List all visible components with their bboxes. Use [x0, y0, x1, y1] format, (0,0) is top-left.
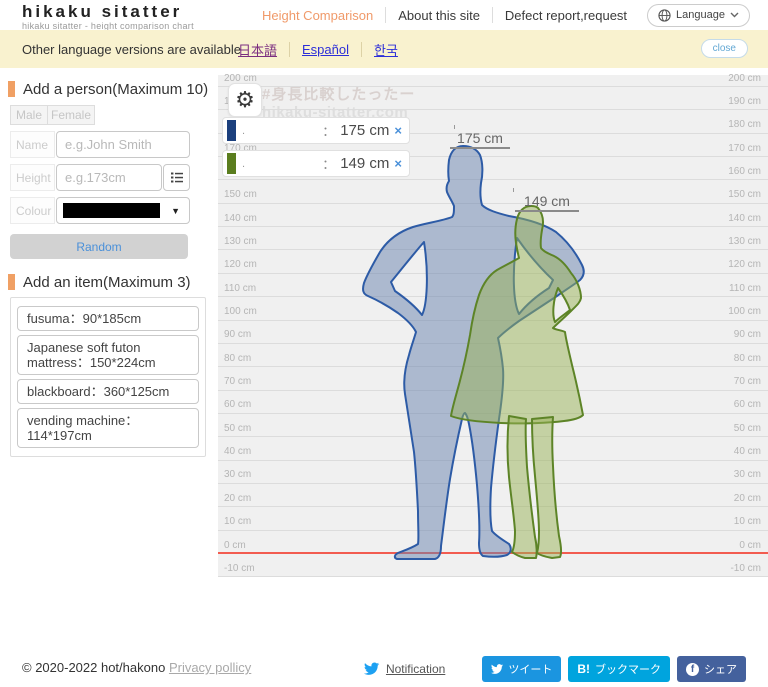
- person-color-bar: [227, 153, 236, 174]
- person-height-value: 175 cm: [340, 122, 390, 139]
- chart-area: #身長比較したったー hikaku-sitatter.com 200 cm 200…: [218, 73, 768, 578]
- banner-divider: [289, 42, 291, 57]
- item-vending-machine[interactable]: vending machine：114*197cm: [17, 408, 199, 448]
- height-label-tick: [513, 188, 514, 192]
- colour-row: Colour ▼: [10, 197, 210, 224]
- banner-divider: [361, 42, 362, 57]
- colour-select[interactable]: ▼: [56, 197, 190, 224]
- person-name: .: [242, 157, 246, 170]
- item-fusuma[interactable]: fusuma：90*185cm: [17, 306, 199, 331]
- gear-icon: ⚙: [235, 87, 255, 112]
- nav-about-this-site[interactable]: About this site: [386, 8, 492, 23]
- link-spanish[interactable]: Español: [302, 42, 349, 57]
- nav-height-comparison[interactable]: Height Comparison: [250, 8, 385, 23]
- section-marker: [8, 274, 15, 290]
- items-list: fusuma：90*185cm Japanese soft futon matt…: [10, 297, 206, 457]
- dropdown-arrow-icon: ▼: [171, 205, 180, 216]
- add-person-title: Add a person(Maximum 10): [23, 80, 209, 98]
- copyright: © 2020-2022 hot/hakono Privacy pollicy: [22, 660, 251, 675]
- name-input[interactable]: [56, 131, 190, 158]
- name-label: Name: [10, 131, 55, 158]
- person-entry-female: . ： 149 cm ×: [222, 150, 410, 177]
- colour-swatch: [63, 203, 160, 218]
- share-label: シェア: [704, 664, 737, 676]
- add-person-header: Add a person(Maximum 10): [8, 80, 210, 98]
- tab-male[interactable]: Male: [10, 105, 48, 125]
- twitter-bird-icon: [491, 664, 504, 674]
- nav-defect-report[interactable]: Defect report,request: [493, 8, 639, 23]
- facebook-icon: f: [686, 662, 699, 676]
- language-button[interactable]: Language: [647, 3, 750, 27]
- tweet-button[interactable]: ツイート: [482, 656, 562, 682]
- height-label-tick: [454, 125, 455, 129]
- gender-tabs: Male Female: [10, 105, 210, 125]
- link-japanese[interactable]: 日本語: [238, 40, 277, 59]
- globe-icon: [658, 8, 671, 22]
- banner-message: Other language versions are available: [22, 42, 241, 57]
- language-banner: Other language versions are available 日本…: [0, 30, 768, 68]
- item-futon-mattress[interactable]: Japanese soft futon mattress：150*224cm: [17, 335, 199, 375]
- add-item-header: Add an item(Maximum 3): [8, 273, 210, 291]
- footer: © 2020-2022 hot/hakono Privacy pollicy N…: [0, 648, 768, 687]
- settings-gear-button[interactable]: ⚙: [228, 83, 262, 117]
- chevron-down-icon: [730, 12, 739, 18]
- footer-actions: Notification ツイート B! ブックマーク f シェア: [363, 656, 746, 682]
- hatena-bookmark-button[interactable]: B! ブックマーク: [568, 656, 670, 682]
- separator: ：: [322, 157, 336, 172]
- person-entry-male: . ： 175 cm ×: [222, 117, 410, 144]
- person-name: .: [242, 124, 246, 137]
- height-input[interactable]: [56, 164, 162, 191]
- colour-label: Colour: [10, 197, 55, 224]
- link-korean[interactable]: 한국: [374, 40, 398, 59]
- person-height-value: 149 cm: [340, 155, 390, 172]
- hatena-label: ブックマーク: [595, 664, 661, 676]
- hatena-icon: B!: [577, 662, 590, 676]
- banner-close-button[interactable]: close: [700, 39, 748, 58]
- person-height-label-female: 149 cm: [515, 193, 579, 212]
- remove-person-icon[interactable]: ×: [394, 156, 402, 171]
- site-title: hikaku sitatter: [22, 2, 183, 21]
- name-row: Name: [10, 131, 210, 158]
- facebook-share-button[interactable]: f シェア: [677, 656, 746, 682]
- twitter-bird-icon: [363, 662, 380, 675]
- person-color-bar: [227, 120, 236, 141]
- list-icon: [170, 172, 183, 183]
- height-label: Height: [10, 164, 55, 191]
- section-marker: [8, 81, 15, 97]
- notification-link[interactable]: Notification: [386, 662, 445, 676]
- person-height-label-male: 175 cm: [450, 130, 510, 149]
- separator: ：: [322, 124, 336, 139]
- random-button[interactable]: Random: [10, 234, 188, 259]
- item-blackboard[interactable]: blackboard：360*125cm: [17, 379, 199, 404]
- tab-female[interactable]: Female: [47, 105, 95, 125]
- main-nav: Height Comparison About this site Defect…: [250, 0, 750, 30]
- banner-links: 日本語 Español 한국: [238, 40, 398, 59]
- language-label: Language: [676, 9, 725, 21]
- site-logo: hikaku sitatter hikaku sitatter - height…: [22, 3, 194, 31]
- height-row: Height: [10, 164, 210, 191]
- add-item-title: Add an item(Maximum 3): [23, 273, 191, 291]
- tweet-label: ツイート: [508, 664, 553, 676]
- remove-person-icon[interactable]: ×: [394, 123, 402, 138]
- notification-group: Notification: [363, 662, 445, 676]
- sidebar: Add a person(Maximum 10) Male Female Nam…: [8, 80, 210, 457]
- height-preset-list-button[interactable]: [163, 164, 190, 191]
- privacy-policy-link[interactable]: Privacy pollicy: [169, 660, 251, 675]
- copyright-text: © 2020-2022 hot/hakono: [22, 660, 166, 675]
- header: hikaku sitatter hikaku sitatter - height…: [0, 0, 768, 31]
